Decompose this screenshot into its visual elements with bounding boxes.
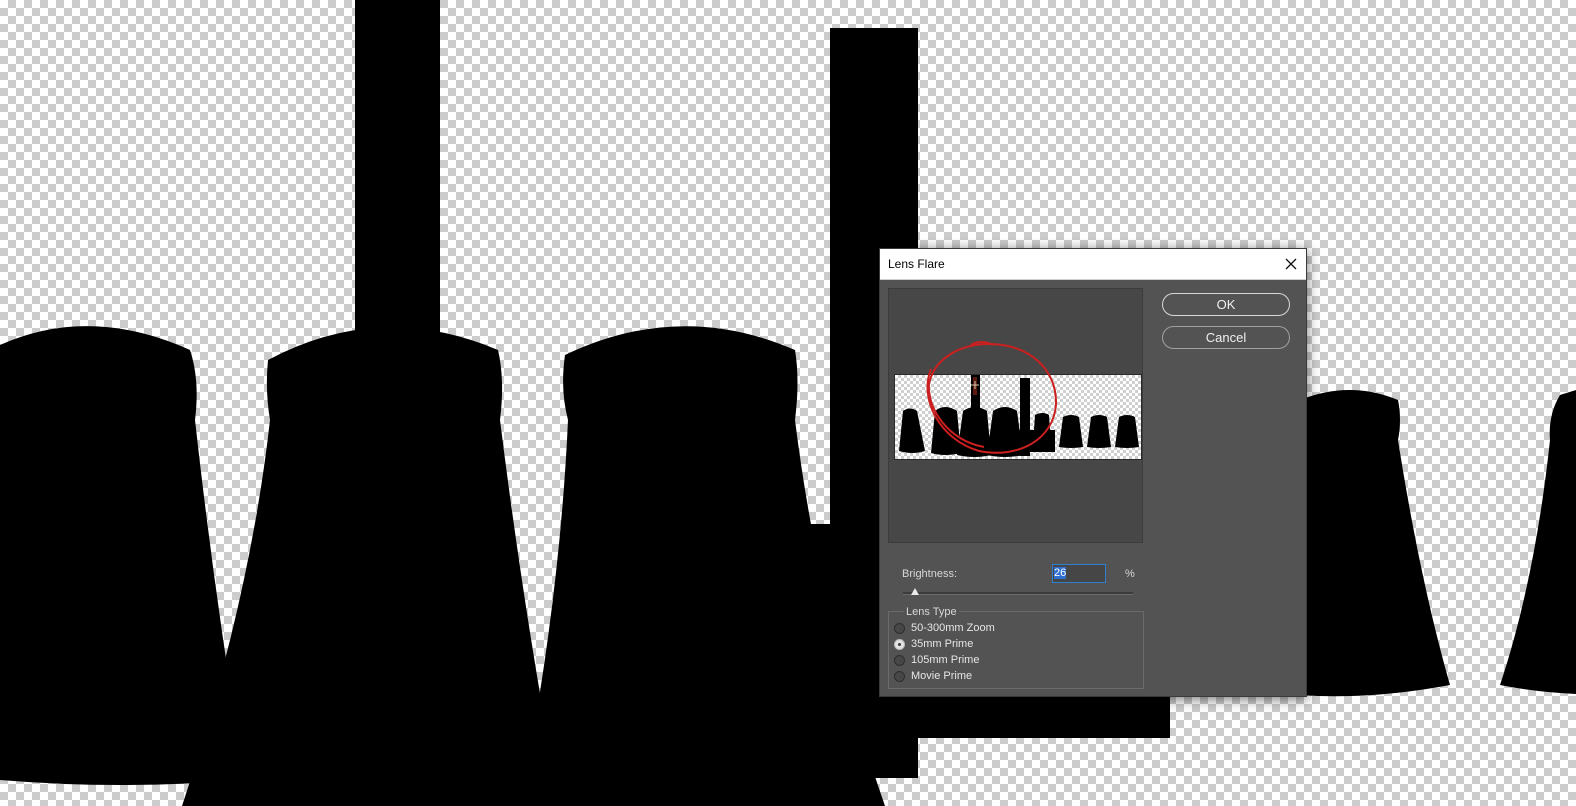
- cooling-tower-1: [0, 326, 245, 785]
- chimney-left: [355, 0, 440, 340]
- radio-button-checked[interactable]: [894, 638, 905, 650]
- cancel-button[interactable]: Cancel: [1162, 326, 1290, 349]
- lens-option-movie-prime[interactable]: Movie Prime: [894, 669, 972, 683]
- close-button[interactable]: [1276, 249, 1306, 279]
- flare-preview-panel: [888, 288, 1143, 543]
- radio-button[interactable]: [894, 654, 905, 666]
- lens-option-label: 50-300mm Zoom: [911, 622, 995, 634]
- dialog-title: Lens Flare: [888, 257, 945, 271]
- lens-option-label: 105mm Prime: [911, 654, 980, 666]
- brightness-label: Brightness:: [902, 568, 958, 580]
- lens-option-50-300mm[interactable]: 50-300mm Zoom: [894, 621, 995, 635]
- brightness-unit: %: [1125, 568, 1135, 580]
- brightness-input[interactable]: 26: [1052, 564, 1106, 583]
- lens-option-35mm[interactable]: 35mm Prime: [894, 637, 973, 651]
- lens-option-label: 35mm Prime: [911, 638, 974, 650]
- lens-option-label: Movie Prime: [911, 670, 973, 682]
- radio-button[interactable]: [894, 622, 905, 634]
- radio-button[interactable]: [894, 670, 905, 682]
- brightness-slider-thumb[interactable]: [911, 588, 919, 595]
- ok-button[interactable]: OK: [1162, 293, 1290, 316]
- annotation-circle: [926, 341, 1058, 454]
- canvas-artwork: [0, 0, 1576, 806]
- cooling-tower-5: [1500, 390, 1576, 694]
- cooling-tower-4: [1300, 390, 1450, 697]
- cooling-tower-2: [182, 327, 560, 806]
- lens-flare-dialog: Lens Flare OK Cancel Brightness: 26 % Le…: [879, 248, 1307, 697]
- dialog-titlebar[interactable]: Lens Flare: [880, 249, 1306, 280]
- brightness-slider[interactable]: [903, 592, 1133, 595]
- brightness-value: 26: [1054, 567, 1067, 579]
- lens-option-105mm[interactable]: 105mm Prime: [894, 653, 979, 667]
- close-icon: [1285, 258, 1297, 270]
- lens-type-legend: Lens Type: [904, 606, 959, 618]
